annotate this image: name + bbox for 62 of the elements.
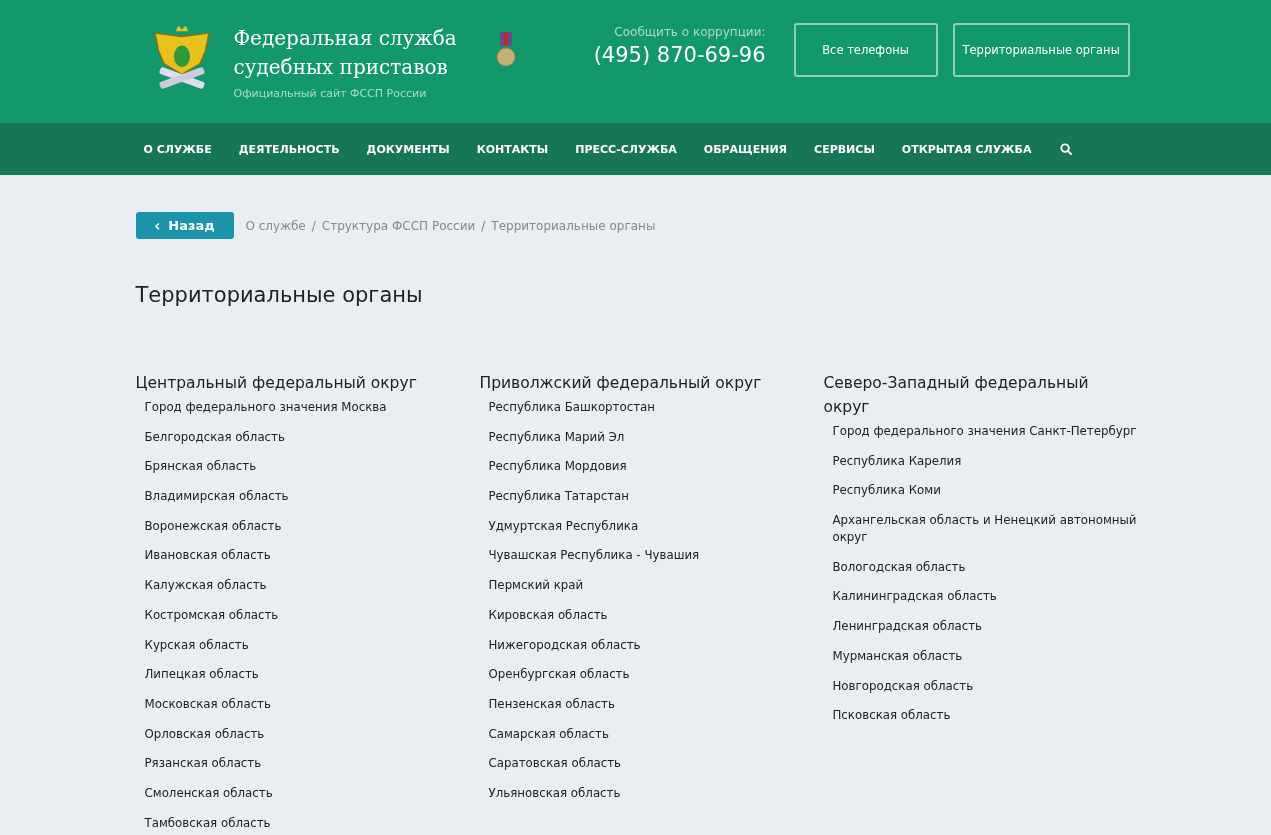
breadcrumb-separator: / <box>481 218 486 233</box>
nav-item[interactable]: ОТКРЫТАЯ СЛУЖБА <box>901 142 1032 156</box>
region-link[interactable]: Белгородская область <box>135 428 480 446</box>
nav-item[interactable]: ДЕЯТЕЛЬНОСТЬ <box>238 142 340 156</box>
region-link[interactable]: Кировская область <box>479 606 824 624</box>
nav-item[interactable]: О СЛУЖБЕ <box>143 142 212 156</box>
region-link[interactable]: Нижегородская область <box>479 636 824 654</box>
corruption-hotline-label: Сообщить о коррупции: <box>613 25 766 39</box>
region-link[interactable]: Мурманская область <box>823 647 1144 665</box>
nav-item[interactable]: КОНТАКТЫ <box>476 142 549 156</box>
region-link[interactable]: Орловская область <box>135 725 480 743</box>
region-link[interactable]: Калининградская область <box>823 588 1144 606</box>
region-link[interactable]: Вологодская область <box>823 558 1144 576</box>
region-link[interactable]: Тамбовская область <box>135 814 480 832</box>
region-link[interactable]: Республика Мордовия <box>479 458 824 476</box>
region-link[interactable]: Брянская область <box>135 458 480 476</box>
region-link[interactable]: Ивановская область <box>135 547 480 565</box>
nav-item[interactable]: ДОКУМЕНТЫ <box>366 142 450 156</box>
back-button[interactable]: ‹ Назад <box>135 212 234 239</box>
region-link[interactable]: Пермский край <box>479 577 824 595</box>
nav-item[interactable]: ПРЕСС-СЛУЖБА <box>575 142 677 156</box>
page-title: Территориальные органы <box>135 283 424 307</box>
region-link[interactable]: Курская область <box>135 636 480 654</box>
region-link[interactable]: Ленинградская область <box>823 618 1144 636</box>
region-link[interactable]: Республика Татарстан <box>479 488 824 506</box>
region-link[interactable]: Псковская область <box>823 707 1144 725</box>
region-link[interactable]: Республика Башкортостан <box>479 399 824 416</box>
region-link[interactable]: Город федерального значения Санкт-Петербург <box>823 423 1144 440</box>
region-link[interactable]: Республика Коми <box>823 482 1144 500</box>
region-link[interactable]: Оренбургская область <box>479 666 824 684</box>
region-link[interactable]: Саратовская область <box>479 755 824 773</box>
region-link[interactable]: Пензенская область <box>479 695 824 713</box>
nav-item[interactable]: ОБРАЩЕНИЯ <box>703 142 788 156</box>
region-link[interactable]: Республика Карелия <box>823 452 1144 470</box>
site-subtitle: Официальный сайт ФССП России <box>233 87 428 100</box>
region-link[interactable]: Самарская область <box>479 725 824 743</box>
region-link[interactable]: Архангельская область и Ненецкий автономный округ <box>823 512 1144 547</box>
region-link[interactable]: Владимирская область <box>135 488 480 506</box>
district-heading: Центральный федеральный округ <box>135 373 418 394</box>
region-link[interactable]: Ульяновская область <box>479 784 824 802</box>
region-link[interactable]: Московская область <box>135 695 480 713</box>
header-button[interactable]: Все телефоны <box>793 23 938 77</box>
region-link[interactable]: Город федерального значения Москва <box>135 399 480 416</box>
region-link[interactable]: Липецкая область <box>135 666 480 684</box>
district-heading: Приволжский федеральный округ <box>479 373 763 394</box>
region-link[interactable]: Рязанская область <box>135 755 480 773</box>
region-link[interactable]: Калужская область <box>135 577 480 595</box>
nav-item[interactable]: СЕРВИСЫ <box>814 142 875 156</box>
region-link[interactable]: Костромская область <box>135 606 480 624</box>
region-link[interactable]: Новгородская область <box>823 677 1144 695</box>
hotline-phone[interactable]: (495) 870-69-96 <box>515 43 766 67</box>
region-link[interactable]: Республика Марий Эл <box>479 428 824 446</box>
district-heading: Северо-Западный федеральный округ <box>823 373 1090 418</box>
medal-icon <box>495 32 516 68</box>
search-icon[interactable] <box>1060 142 1074 156</box>
region-link[interactable]: Воронежская область <box>135 517 480 535</box>
region-link[interactable]: Чувашская Республика - Чувашия <box>479 547 824 565</box>
site-title[interactable]: Федеральная служба судебных приставов <box>233 24 496 82</box>
header-button[interactable]: Территориальные органы <box>952 23 1130 77</box>
breadcrumb-separator: / <box>311 218 316 233</box>
region-link[interactable]: Удмуртская Республика <box>479 517 824 535</box>
region-link[interactable]: Смоленская область <box>135 784 480 802</box>
